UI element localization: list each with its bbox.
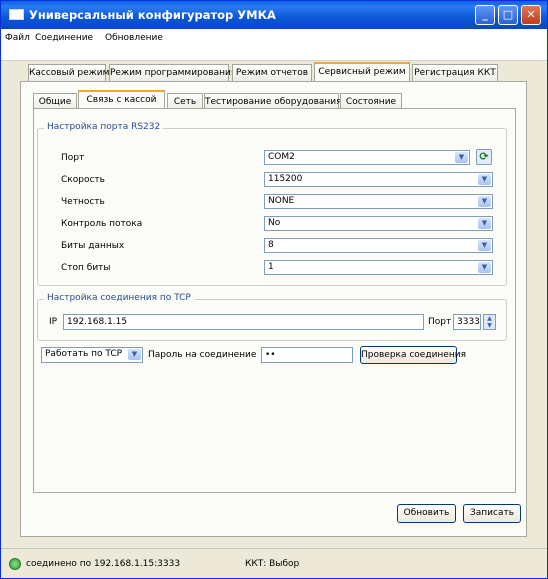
tcp-group-title: Настройка соединения по TCP — [44, 293, 194, 303]
window-title: Универсальный конфигуратор УМКА — [29, 8, 276, 22]
close-button[interactable]: ✕ — [521, 5, 541, 25]
main-window: Универсальный конфигуратор УМКА _ □ ✕ Фа… — [0, 0, 548, 579]
chevron-down-icon: ▼ — [478, 240, 491, 251]
connection-mode-value: Работать по TCP — [45, 349, 123, 359]
menu-file[interactable]: Файл — [5, 33, 30, 43]
data-bits-value: 8 — [268, 240, 274, 250]
refresh-button[interactable]: Обновить — [397, 504, 456, 523]
parity-value: NONE — [268, 196, 295, 206]
status-bar: соединено по 192.168.1.15:3333 ККТ: Выбо… — [1, 548, 547, 578]
connection-status: соединено по 192.168.1.15:3333 — [26, 559, 181, 569]
chevron-down-icon: ▼ — [455, 152, 468, 163]
speed-label: Скорость — [61, 175, 105, 185]
check-connection-button[interactable]: Проверка соединения — [360, 346, 466, 364]
tab-cash-mode[interactable]: Кассовый режим — [28, 64, 109, 82]
chevron-down-icon: ▼ — [128, 349, 141, 360]
stop-bits-label: Стоп биты — [61, 263, 111, 273]
tcp-port-label: Порт — [428, 317, 452, 327]
tab-programming-mode[interactable]: Режим программирования — [109, 64, 236, 82]
menu-bar: Файл Соединение Обновление — [1, 29, 547, 47]
menu-connection[interactable]: Соединение — [35, 33, 93, 43]
port-select[interactable]: COM2 ▼ — [264, 150, 470, 165]
stop-bits-value: 1 — [268, 262, 274, 272]
ip-label: IP — [49, 317, 58, 327]
chevron-down-icon: ▼ — [478, 196, 491, 207]
menu-update[interactable]: Обновление — [105, 33, 163, 43]
minimize-button[interactable]: _ — [475, 5, 495, 25]
tcp-port-input[interactable]: 3333 — [453, 314, 481, 330]
tab-kkt-registration[interactable]: Регистрация ККТ — [412, 64, 498, 82]
port-label: Порт — [61, 153, 85, 163]
connected-status-icon — [9, 558, 21, 570]
maximize-button[interactable]: □ — [498, 5, 518, 25]
connection-mode-select[interactable]: Работать по TCP ▼ — [41, 347, 143, 363]
chevron-down-icon: ▼ — [478, 262, 491, 273]
toolbar-strip — [1, 47, 547, 61]
password-input[interactable]: •• — [261, 347, 353, 363]
stop-bits-select[interactable]: 1 ▼ — [264, 260, 493, 275]
speed-value: 115200 — [268, 174, 303, 184]
flow-control-select[interactable]: No ▼ — [264, 216, 493, 231]
rs232-group-title: Настройка порта RS232 — [44, 122, 164, 132]
password-label: Пароль на соединение — [148, 350, 257, 360]
tab-service-mode[interactable]: Сервисный режим — [314, 62, 410, 83]
chevron-down-icon: ▼ — [478, 174, 491, 185]
data-bits-select[interactable]: 8 ▼ — [264, 238, 493, 253]
port-value: COM2 — [268, 152, 295, 162]
data-bits-label: Биты данных — [61, 241, 125, 251]
flow-control-label: Контроль потока — [61, 219, 143, 229]
ip-input[interactable]: 192.168.1.15 — [63, 314, 424, 330]
parity-label: Четность — [61, 197, 105, 207]
flow-control-value: No — [268, 218, 281, 228]
speed-select[interactable]: 115200 ▼ — [264, 172, 493, 187]
kkt-status: ККТ: Выбор — [245, 559, 300, 569]
write-button[interactable]: Записать — [463, 504, 521, 523]
port-spinner[interactable]: ▲ ▼ — [483, 314, 496, 330]
tab-reports-mode[interactable]: Режим отчетов — [232, 64, 312, 82]
title-bar: Универсальный конфигуратор УМКА _ □ ✕ — [1, 1, 547, 29]
app-icon — [9, 9, 24, 20]
parity-select[interactable]: NONE ▼ — [264, 194, 493, 209]
chevron-down-icon: ▼ — [478, 218, 491, 229]
refresh-ports-icon[interactable]: ⟳ — [476, 149, 492, 165]
